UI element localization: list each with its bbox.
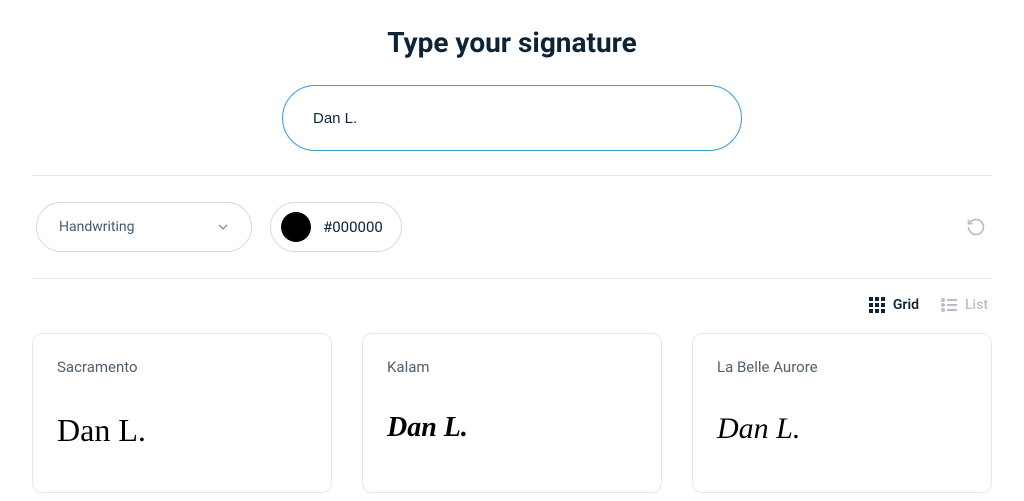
signature-preview: Dan L. — [387, 414, 637, 442]
view-list-button[interactable]: List — [941, 297, 988, 313]
color-swatch — [281, 212, 311, 242]
view-grid-label: Grid — [893, 297, 919, 313]
page-title: Type your signature — [32, 26, 992, 59]
reset-icon — [966, 217, 986, 237]
color-picker[interactable]: #000000 — [270, 202, 402, 252]
signature-input-wrap — [32, 85, 992, 151]
view-list-label: List — [965, 297, 988, 313]
font-card-kalam[interactable]: Kalam Dan L. — [362, 333, 662, 493]
font-card-sacramento[interactable]: Sacramento Dan L. — [32, 333, 332, 493]
view-grid-button[interactable]: Grid — [869, 297, 919, 313]
font-name-label: La Belle Aurore — [717, 358, 967, 376]
signature-preview: Dan L. — [57, 414, 307, 446]
reset-button[interactable] — [964, 215, 988, 239]
font-style-select[interactable]: Handwriting — [36, 202, 252, 252]
view-switch: Grid List — [32, 279, 992, 333]
font-name-label: Kalam — [387, 358, 637, 376]
font-style-label: Handwriting — [59, 219, 134, 235]
signature-preview: Dan L. — [717, 414, 967, 444]
color-hex-label: #000000 — [323, 218, 383, 236]
toolbar: Handwriting #000000 — [32, 176, 992, 278]
signature-input[interactable] — [282, 85, 742, 151]
grid-icon — [869, 297, 885, 313]
list-icon — [941, 297, 957, 313]
chevron-down-icon — [217, 221, 229, 233]
font-name-label: Sacramento — [57, 358, 307, 376]
font-cards: Sacramento Dan L. Kalam Dan L. La Belle … — [32, 333, 992, 493]
font-card-la-belle-aurore[interactable]: La Belle Aurore Dan L. — [692, 333, 992, 493]
